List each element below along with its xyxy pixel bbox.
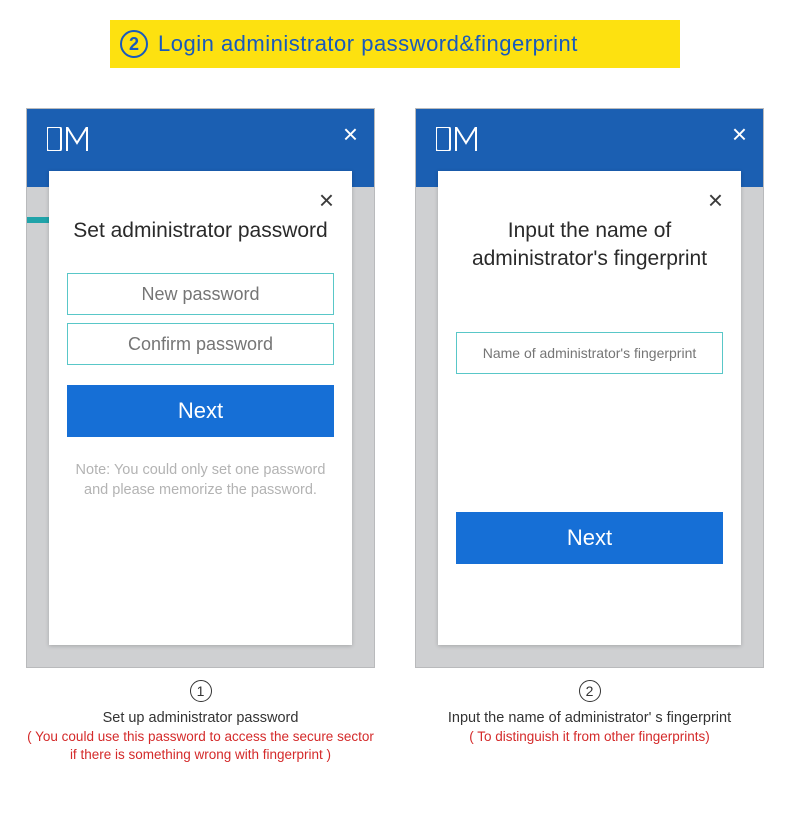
window-close-icon[interactable]: ×: [732, 121, 747, 147]
banner-title: Login administrator password&fingerprint: [158, 31, 578, 57]
right-window: × × Input the name of administrator's fi…: [415, 108, 764, 668]
next-button[interactable]: Next: [67, 385, 334, 437]
dialog-title: Input the name of administrator's finger…: [456, 217, 723, 274]
caption-note: ( You could use this password to access …: [26, 728, 375, 764]
next-button[interactable]: Next: [456, 512, 723, 564]
caption-number: 1: [197, 683, 205, 699]
new-password-input[interactable]: [67, 273, 334, 315]
dialog-close-icon[interactable]: ×: [708, 187, 723, 213]
left-dialog: × Set administrator password Next Note: …: [49, 171, 352, 645]
back-stripe: [27, 217, 49, 223]
dialog-close-icon[interactable]: ×: [319, 187, 334, 213]
caption-title: Input the name of administrator' s finge…: [415, 710, 764, 726]
right-caption: 2 Input the name of administrator' s fin…: [415, 680, 764, 764]
fingerprint-name-input[interactable]: [456, 332, 723, 374]
right-dialog: × Input the name of administrator's fing…: [438, 171, 741, 645]
caption-number-circle: 2: [579, 680, 601, 702]
confirm-password-input[interactable]: [67, 323, 334, 365]
password-note: Note: You could only set one password an…: [67, 461, 334, 500]
step-number-circle: 2: [120, 30, 148, 58]
left-window: × × Set administrator password Next Note…: [26, 108, 375, 668]
caption-title: Set up administrator password: [26, 710, 375, 726]
caption-number-circle: 1: [190, 680, 212, 702]
dialog-title: Set administrator password: [67, 217, 334, 245]
caption-number: 2: [586, 683, 594, 699]
step-number: 2: [129, 34, 139, 55]
captions-row: 1 Set up administrator password ( You co…: [0, 668, 790, 764]
left-caption: 1 Set up administrator password ( You co…: [26, 680, 375, 764]
caption-note: ( To distinguish it from other fingerpri…: [415, 728, 764, 746]
step-banner: 2 Login administrator password&fingerpri…: [110, 20, 680, 68]
dm-logo-icon: [436, 127, 482, 155]
window-close-icon[interactable]: ×: [343, 121, 358, 147]
panels-row: × × Set administrator password Next Note…: [0, 68, 790, 668]
dm-logo-icon: [47, 127, 93, 155]
